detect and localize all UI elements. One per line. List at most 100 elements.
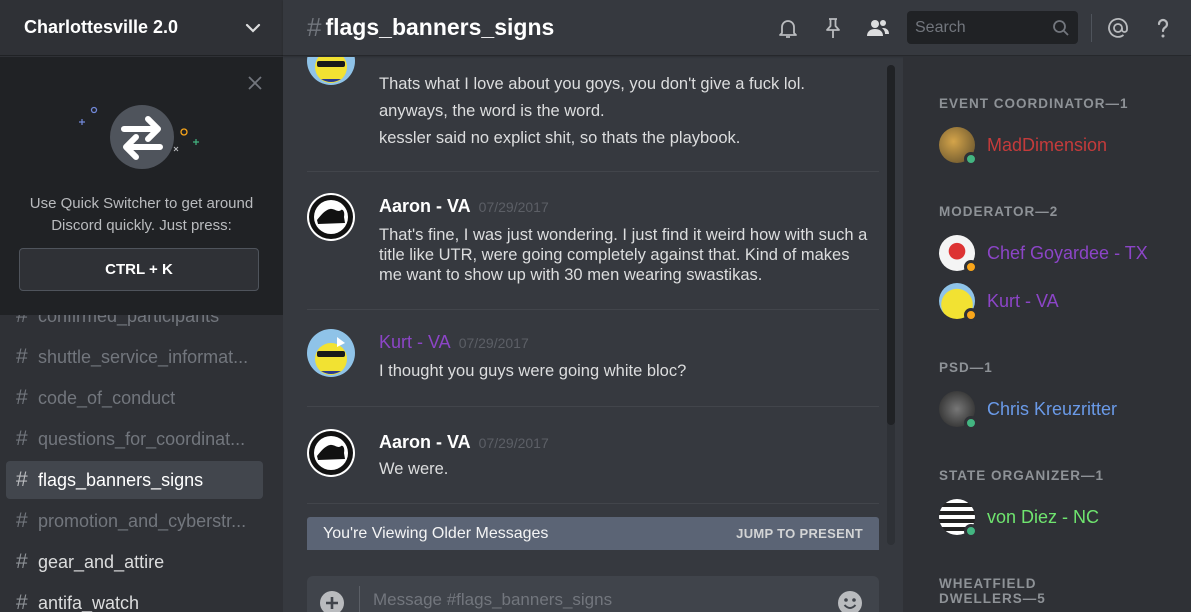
member-list: EVENT COORDINATOR—1 MadDimension MODERAT… [903, 57, 1191, 612]
status-indicator [964, 308, 978, 322]
avatar [939, 127, 978, 166]
avatar[interactable] [307, 429, 355, 477]
message-text: I thought you guys were going white bloc… [379, 362, 687, 380]
avatar[interactable] [307, 57, 355, 85]
channel-name: questions_for_coordinat... [38, 428, 246, 449]
role-header: PSD—1 [939, 360, 993, 375]
channel-title-text: flags_banners_signs [325, 14, 555, 40]
message-input[interactable] [373, 590, 813, 610]
message-meta: Aaron - VA 07/29/2017 [379, 196, 549, 217]
member-item[interactable]: Kurt - VA [939, 281, 1179, 322]
role-header: EVENT COORDINATOR—1 [939, 96, 1129, 111]
message-group: Kurt - VA 07/29/2017 I thought you guys … [307, 329, 879, 389]
search-box[interactable] [907, 11, 1078, 44]
message-text: kessler said no explict shit, so thats t… [379, 129, 741, 147]
channel-item[interactable]: # gear_and_attire [6, 543, 263, 581]
hash-icon: # [307, 12, 322, 42]
avatar[interactable] [307, 329, 355, 377]
message-group: Aaron - VA 07/29/2017 We were. [307, 429, 879, 489]
quick-switcher-text: Use Quick Switcher to get around Discord… [29, 195, 254, 234]
member-name: Chris Kreuzritter [987, 398, 1118, 419]
message-group: Aaron - VA 07/29/2017 That's fine, I was… [307, 193, 879, 303]
message-composer [307, 576, 879, 612]
hash-icon: # [16, 427, 28, 450]
channel-header: # flags_banners_signs [283, 0, 1191, 56]
shortcut-key: CTRL + K [19, 248, 259, 291]
guild-header[interactable]: Charlottesville 2.0 [0, 0, 283, 56]
channel-name: flags_banners_signs [38, 469, 204, 490]
channel-item[interactable]: # antifa_watch [6, 584, 263, 612]
bell-icon[interactable] [776, 16, 800, 40]
status-indicator [964, 260, 978, 274]
status-indicator [964, 524, 978, 538]
chevron-down-icon[interactable] [243, 18, 263, 38]
channel-item[interactable]: # shuttle_service_informat... [6, 338, 263, 376]
member-item[interactable]: Chef Goyardee - TX [939, 233, 1179, 274]
role-header: MODERATOR—2 [939, 204, 1059, 219]
channel-item[interactable]: # questions_for_coordinat... [6, 420, 263, 458]
member-item[interactable]: von Diez - NC [939, 497, 1179, 538]
search-icon [1053, 19, 1069, 36]
role-header: STATE ORGANIZER—1 [939, 468, 1105, 483]
member-item[interactable]: MadDimension [939, 125, 1179, 166]
avatar[interactable] [307, 193, 355, 241]
older-messages-text: You're Viewing Older Messages [323, 524, 549, 542]
channel-name: gear_and_attire [38, 551, 165, 572]
composer-divider [359, 586, 360, 612]
hash-icon: # [16, 591, 28, 612]
pin-icon[interactable] [821, 16, 845, 40]
jump-to-present-button[interactable]: JUMP TO PRESENT [736, 526, 863, 541]
guild-name: Charlottesville 2.0 [24, 17, 179, 37]
channel-sidebar: # confirmed_participants # shuttle_service… [0, 0, 283, 612]
message-text: We were. [379, 460, 449, 478]
message-timestamp: 07/29/2017 [478, 435, 549, 451]
message-list: Thats what I love about you goys, you do… [283, 57, 903, 567]
close-icon[interactable] [247, 75, 263, 91]
member-name: Chef Goyardee - TX [987, 242, 1148, 263]
help-icon[interactable] [1151, 16, 1175, 40]
channel-item[interactable]: # code_of_conduct [6, 379, 263, 417]
search-input[interactable] [915, 18, 1052, 37]
message-divider [307, 171, 879, 172]
message-divider [307, 503, 879, 504]
message-group: Thats what I love about you goys, you do… [307, 57, 879, 157]
member-name: von Diez - NC [987, 506, 1100, 527]
channel-list: # confirmed_participants # shuttle_service… [0, 297, 283, 612]
scrollbar-track[interactable] [887, 65, 895, 545]
upload-plus-icon[interactable] [319, 590, 345, 612]
at-icon[interactable] [1106, 16, 1130, 40]
channel-name: code_of_conduct [38, 387, 176, 408]
older-messages-bar: You're Viewing Older Messages JUMP TO PR… [307, 517, 879, 550]
quick-switcher-illustration [79, 105, 199, 169]
hash-icon: # [16, 550, 28, 573]
message-text: Thats what I love about you goys, you do… [379, 75, 805, 93]
avatar [939, 391, 978, 430]
message-divider [307, 406, 879, 407]
message-author[interactable]: Kurt - VA [379, 332, 451, 353]
quick-switcher-tip: Use Quick Switcher to get around Discord… [0, 57, 283, 315]
hash-icon: # [16, 468, 28, 491]
role-header: WHEATFIELD DWELLERS—5 [939, 576, 1046, 606]
channel-name: antifa_watch [38, 592, 140, 612]
avatar [939, 235, 978, 274]
channel-item[interactable]: # promotion_and_cyberstr... [6, 502, 263, 540]
message-text: anyways, the word is the word. [379, 102, 605, 120]
channel-title: # flags_banners_signs [307, 12, 554, 43]
message-meta: Kurt - VA 07/29/2017 [379, 332, 529, 353]
member-name: MadDimension [987, 134, 1108, 155]
message-meta: Aaron - VA 07/29/2017 [379, 432, 549, 453]
scrollbar-thumb[interactable] [887, 65, 895, 425]
members-icon[interactable] [866, 16, 890, 40]
message-text: That's fine, I was just wondering. I jus… [379, 226, 868, 284]
message-author[interactable]: Aaron - VA [379, 432, 471, 453]
channel-item-active[interactable]: # flags_banners_signs [6, 461, 263, 499]
message-timestamp: 07/29/2017 [478, 199, 549, 215]
message-author[interactable]: Aaron - VA [379, 196, 471, 217]
emoji-icon[interactable] [837, 590, 863, 612]
member-name: Kurt - VA [987, 290, 1059, 311]
message-divider [307, 309, 879, 310]
channel-name: promotion_and_cyberstr... [38, 510, 247, 531]
header-divider [1091, 14, 1092, 42]
hash-icon: # [16, 509, 28, 532]
member-item[interactable]: Chris Kreuzritter [939, 389, 1179, 430]
